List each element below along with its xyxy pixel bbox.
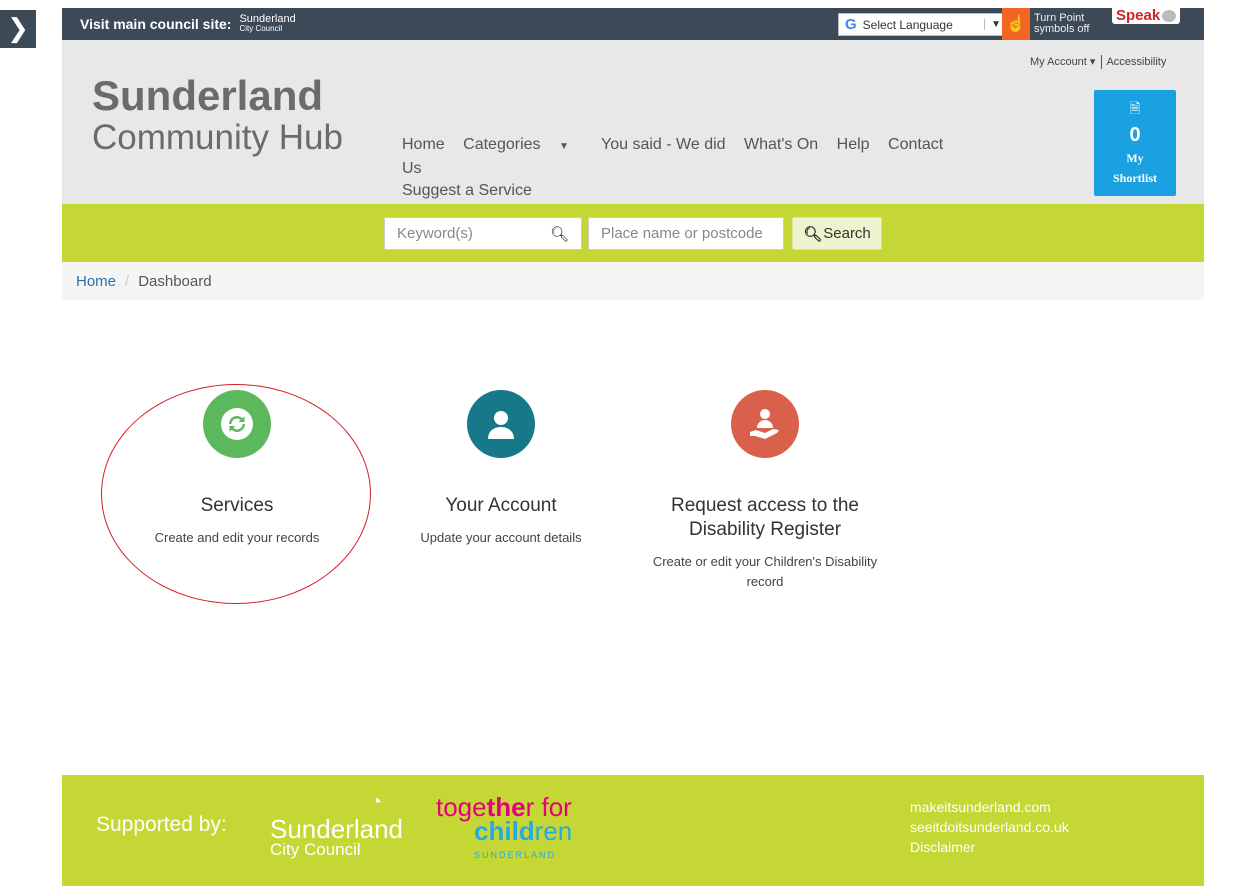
site-footer: Supported by: ◔ Sunderland City Council … [62, 775, 1204, 886]
shortlist-label-line1: My [1126, 151, 1144, 165]
sidebar-toggle[interactable]: ❯ [0, 0, 52, 56]
brand-title[interactable]: Sunderland [92, 72, 323, 120]
account-links: My Account ▾ Accessibility [1030, 55, 1166, 70]
footer-link-seeitdoitsunderland[interactable]: seeitdoitsunderland.co.uk [910, 817, 1069, 837]
keyword-input[interactable]: Keyword(s) 🔍︎ [384, 217, 582, 250]
tfc-line2: children [474, 816, 573, 846]
visit-main-site-label: Visit main council site: [80, 16, 232, 32]
council-logo-link[interactable]: Sunderland City Council [239, 13, 296, 34]
caret-down-icon: ▼ [558, 141, 569, 152]
my-account-label: My Account [1030, 56, 1087, 68]
tile-services[interactable]: Services Create and edit your records [122, 390, 352, 548]
footer-link-makeitsunderland[interactable]: makeitsunderland.com [910, 797, 1069, 817]
nav-suggest-a-service[interactable]: Suggest a Service [402, 182, 532, 199]
search-icon: 🔍︎ [803, 225, 823, 243]
breadcrumb-current: Dashboard [138, 272, 212, 290]
tile-description: Update your account details [420, 530, 582, 545]
footer-link-disclaimer[interactable]: Disclaimer [910, 837, 1069, 857]
speak-label: Speak [1116, 7, 1161, 24]
tile-title[interactable]: Services [122, 494, 352, 518]
chevron-right-icon[interactable]: ❯ [0, 10, 36, 48]
tile-disability-register[interactable]: Request access to the Disability Registe… [650, 390, 880, 592]
brand-subtitle[interactable]: Community Hub [92, 118, 343, 158]
together-for-children-logo[interactable]: together for children SUNDERLAND [436, 794, 573, 867]
language-select[interactable]: G Select Language ▼ [838, 13, 1008, 36]
tfc-line2-b: ren [534, 816, 573, 846]
search-icon: 🔍︎ [549, 225, 569, 243]
user-icon[interactable] [467, 390, 535, 458]
top-bar: Visit main council site: Sunderland City… [62, 8, 1204, 40]
care-hand-icon[interactable] [731, 390, 799, 458]
keyword-placeholder: Keyword(s) [397, 225, 473, 242]
tile-description: Create or edit your Children's Disabilit… [652, 554, 878, 589]
scc-logo-line1: Sunderland [270, 814, 403, 844]
my-shortlist-button[interactable]: 🗎 0 My Shortlist [1094, 90, 1176, 196]
main-nav: Home Categories ▼ You said - We did What… [402, 134, 962, 202]
nav-help[interactable]: Help [837, 136, 870, 153]
place-placeholder: Place name or postcode [601, 225, 763, 242]
breadcrumb-home[interactable]: Home [76, 273, 116, 290]
document-icon: 🗎 [1129, 100, 1141, 116]
council-logo-subname: City Council [239, 24, 283, 33]
council-logo-name: Sunderland [239, 13, 296, 25]
tile-your-account[interactable]: Your Account Update your account details [386, 390, 616, 548]
shortlist-label-line2: Shortlist [1112, 171, 1157, 185]
tfc-line3: SUNDERLAND [474, 850, 557, 860]
divider [1101, 55, 1103, 70]
search-bar: Keyword(s) 🔍︎ Place name or postcode 🔍︎ S… [62, 204, 1204, 262]
tile-description: Create and edit your records [154, 530, 320, 545]
my-account-dropdown[interactable]: My Account ▾ [1030, 56, 1095, 68]
breadcrumb: Home / Dashboard [62, 262, 1204, 300]
google-icon: G [845, 16, 857, 33]
supported-by-label: Supported by: [96, 813, 227, 836]
speech-bubble-icon [1162, 10, 1177, 23]
footer-links: makeitsunderland.com seeitdoitsunderland… [910, 797, 1069, 857]
pointing-hand-icon: ☝ [1002, 8, 1030, 40]
turn-point-label: Turn Point symbols off [1034, 13, 1089, 35]
sunderland-council-logo[interactable]: ◔ Sunderland City Council [270, 791, 403, 859]
tile-title[interactable]: Request access to the Disability Registe… [650, 494, 880, 542]
nav-you-said-we-did[interactable]: You said - We did [601, 136, 726, 153]
search-button-label: Search [823, 225, 871, 242]
site-header: Sunderland Community Hub My Account ▾ Acc… [62, 40, 1204, 204]
caret-down-icon: ▾ [1089, 56, 1096, 68]
nav-home[interactable]: Home [402, 136, 445, 153]
tile-title[interactable]: Your Account [386, 494, 616, 518]
nav-whats-on[interactable]: What's On [744, 136, 818, 153]
language-select-label: Select Language [862, 17, 953, 32]
turn-point-toggle[interactable]: ☝ Turn Point symbols off [1002, 8, 1089, 40]
shortlist-count: 0 [1129, 124, 1141, 146]
speak-button[interactable]: Speak [1112, 7, 1181, 24]
council-logo-icon: ◔ [370, 791, 383, 813]
nav-categories[interactable]: Categories ▼ [463, 136, 583, 153]
search-button[interactable]: 🔍︎ Search [792, 217, 882, 250]
refresh-icon[interactable] [203, 390, 271, 458]
nav-categories-label: Categories [463, 136, 541, 153]
breadcrumb-separator: / [125, 272, 130, 290]
tfc-line2-a: child [474, 816, 535, 846]
turn-point-line2: symbols off [1034, 23, 1090, 35]
place-input[interactable]: Place name or postcode [588, 217, 784, 250]
accessibility-link[interactable]: Accessibility [1106, 56, 1166, 68]
